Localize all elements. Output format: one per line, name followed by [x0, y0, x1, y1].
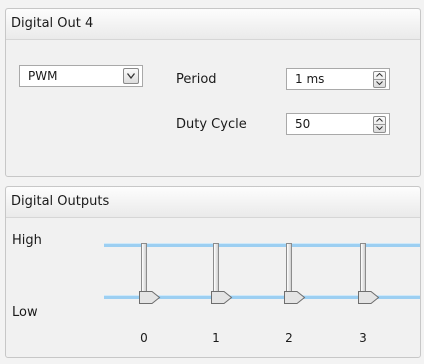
duty-cycle-spinbox[interactable]: 50 — [286, 113, 390, 135]
high-label: High — [12, 233, 42, 248]
period-value: 1 ms — [295, 72, 325, 86]
spin-down-button[interactable] — [374, 80, 385, 87]
channel-1-label: 1 — [212, 331, 220, 345]
dropdown-button[interactable] — [123, 68, 139, 84]
spin-down-icon — [376, 81, 383, 85]
period-spinner[interactable] — [373, 71, 386, 88]
spin-down-icon — [376, 126, 383, 130]
panel-header: Digital Outputs — [6, 187, 420, 218]
mode-select-value: PWM — [28, 69, 58, 83]
digital-out-panel: Digital Out 4 PWM Period 1 ms Duty Cycle… — [5, 8, 421, 177]
channel-2-slider-thumb[interactable] — [284, 291, 306, 304]
channel-0-label: 0 — [140, 331, 148, 345]
mode-select[interactable]: PWM — [19, 65, 143, 87]
channel-0-slider-thumb[interactable] — [139, 291, 161, 304]
duty-cycle-label: Duty Cycle — [176, 117, 247, 132]
panel-header: Digital Out 4 — [6, 9, 420, 40]
spin-up-button[interactable] — [374, 117, 385, 125]
period-label: Period — [176, 72, 217, 87]
chevron-down-icon — [127, 73, 135, 79]
channel-3-slider-thumb[interactable] — [358, 291, 380, 304]
duty-cycle-spinner[interactable] — [373, 116, 386, 133]
spin-up-button[interactable] — [374, 72, 385, 80]
channel-3-label: 3 — [359, 331, 367, 345]
panel-title: Digital Out 4 — [11, 16, 94, 31]
channel-1-slider-thumb[interactable] — [211, 291, 233, 304]
spin-down-button[interactable] — [374, 125, 385, 132]
panel-title: Digital Outputs — [11, 194, 110, 209]
digital-outputs-panel: Digital Outputs High Low 0 1 2 3 — [5, 186, 421, 358]
high-level-line — [104, 243, 420, 247]
low-label: Low — [12, 305, 38, 320]
spin-up-icon — [376, 73, 383, 77]
spin-up-icon — [376, 118, 383, 122]
period-spinbox[interactable]: 1 ms — [286, 68, 390, 90]
channel-2-label: 2 — [285, 331, 293, 345]
duty-cycle-value: 50 — [295, 117, 311, 131]
